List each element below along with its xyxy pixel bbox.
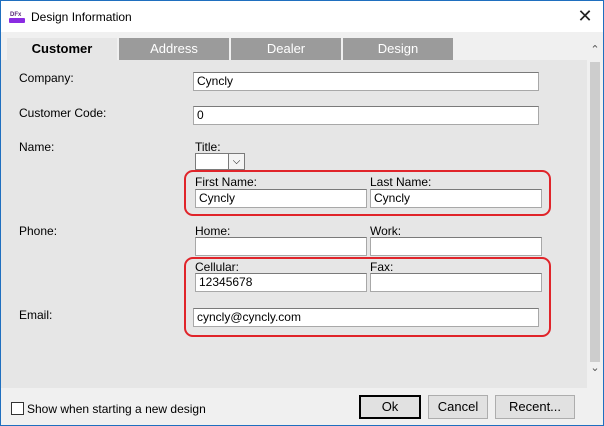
last-name-label: Last Name: <box>370 175 432 189</box>
cellular-field[interactable]: 12345678 <box>195 273 367 292</box>
fax-label: Fax: <box>370 260 394 274</box>
scroll-down-icon[interactable]: ⌄ <box>587 360 603 376</box>
dfx-app-icon: DFx <box>9 9 25 23</box>
customer-panel: Company: Cyncly Customer Code: 0 Name: T… <box>1 60 587 388</box>
tab-customer[interactable]: Customer <box>7 38 117 61</box>
title-label: Title: <box>195 140 221 154</box>
vertical-scrollbar[interactable]: ⌃ ⌄ <box>587 40 603 382</box>
work-label: Work: <box>370 224 402 238</box>
tab-design[interactable]: Design <box>343 38 453 60</box>
design-information-dialog: DFx Design Information ✕ Customer Addres… <box>0 0 604 426</box>
tab-dealer[interactable]: Dealer <box>231 38 341 60</box>
customer-code-field[interactable]: 0 <box>193 106 539 125</box>
svg-text:DFx: DFx <box>10 12 22 18</box>
recent-button[interactable]: Recent... <box>495 395 575 419</box>
email-label: Email: <box>19 308 53 322</box>
email-field[interactable]: cyncly@cyncly.com <box>193 308 539 327</box>
title-bar: DFx Design Information ✕ <box>1 1 603 32</box>
fax-field[interactable] <box>370 273 542 292</box>
window-title: Design Information <box>31 10 132 24</box>
ok-button[interactable]: Ok <box>359 395 421 419</box>
last-name-field[interactable]: Cyncly <box>370 189 542 208</box>
scroll-thumb[interactable] <box>590 62 600 362</box>
company-label: Company: <box>19 71 74 85</box>
show-on-start-checkbox[interactable] <box>11 402 24 415</box>
phone-label: Phone: <box>19 224 58 238</box>
cancel-button[interactable]: Cancel <box>428 395 488 419</box>
tab-bar: Customer Address Dealer Design <box>1 32 603 61</box>
name-label: Name: <box>19 140 55 154</box>
work-phone-field[interactable] <box>370 237 542 256</box>
home-label: Home: <box>195 224 231 238</box>
customer-code-label: Customer Code: <box>19 106 107 120</box>
first-name-field[interactable]: Cyncly <box>195 189 367 208</box>
home-phone-field[interactable] <box>195 237 367 256</box>
company-field[interactable]: Cyncly <box>193 72 539 91</box>
first-name-label: First Name: <box>195 175 258 189</box>
dialog-footer: Show when starting a new design Ok Cance… <box>1 388 603 425</box>
close-icon[interactable]: ✕ <box>573 5 597 27</box>
show-on-start-label: Show when starting a new design <box>27 402 206 416</box>
title-select[interactable]: ⌵ <box>195 153 245 170</box>
chevron-down-icon[interactable]: ⌵ <box>228 154 244 169</box>
scroll-up-icon[interactable]: ⌃ <box>587 42 603 58</box>
cellular-label: Cellular: <box>195 260 240 274</box>
tab-address[interactable]: Address <box>119 38 229 60</box>
